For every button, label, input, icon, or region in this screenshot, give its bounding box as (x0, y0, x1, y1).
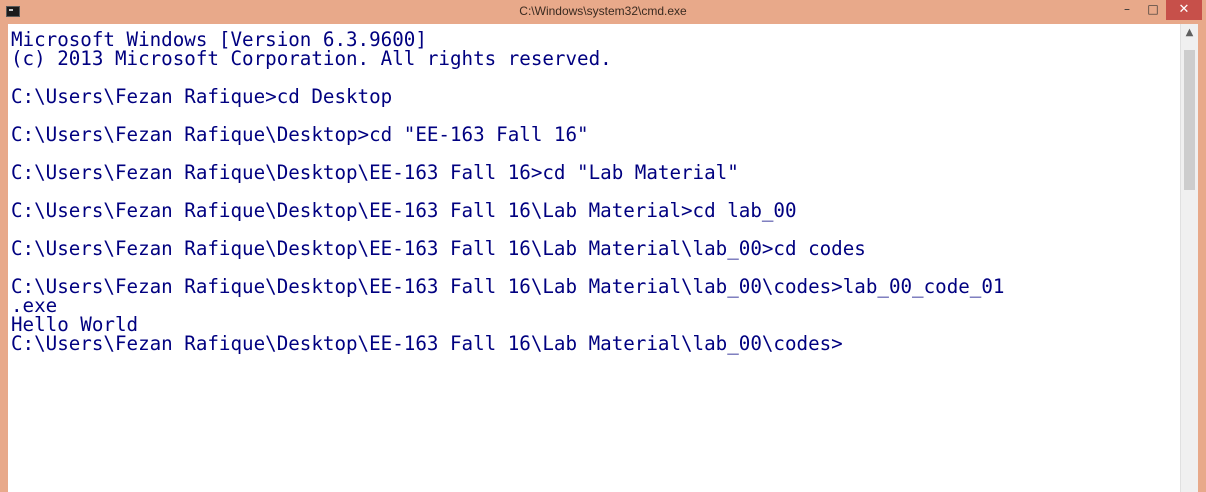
console-line: C:\Users\Fezan Rafique\Desktop\EE-163 Fa… (11, 275, 1005, 298)
cmd-window: C:\Windows\system32\cmd.exe – □ ✕ Micros… (0, 0, 1206, 492)
console-line: C:\Users\Fezan Rafique\Desktop\EE-163 Fa… (11, 161, 739, 184)
console-line: C:\Users\Fezan Rafique\Desktop\EE-163 Fa… (11, 237, 866, 260)
console-line: .exe (11, 294, 58, 317)
console-line: C:\Users\Fezan Rafique\Desktop>cd "EE-16… (11, 123, 589, 146)
console-output: Microsoft Windows [Version 6.3.9600] (c) … (8, 24, 1180, 353)
console-line: C:\Users\Fezan Rafique\Desktop\EE-163 Fa… (11, 199, 797, 222)
console-area[interactable]: Microsoft Windows [Version 6.3.9600] (c) … (8, 24, 1180, 492)
title-bar[interactable]: C:\Windows\system32\cmd.exe – □ ✕ (0, 0, 1206, 24)
console-prompt-line: C:\Users\Fezan Rafique\Desktop\EE-163 Fa… (11, 332, 843, 355)
window-border (1198, 24, 1206, 492)
window-title: C:\Windows\system32\cmd.exe (519, 4, 687, 18)
maximize-button[interactable]: □ (1140, 0, 1166, 20)
minimize-button[interactable]: – (1114, 0, 1140, 20)
scroll-thumb[interactable] (1184, 50, 1195, 190)
scroll-up-arrow-icon[interactable]: ▲ (1181, 24, 1198, 42)
close-button[interactable]: ✕ (1166, 0, 1202, 20)
console-line: (c) 2013 Microsoft Corporation. All righ… (11, 47, 612, 70)
console-line: C:\Users\Fezan Rafique>cd Desktop (11, 85, 393, 108)
vertical-scrollbar[interactable]: ▲ (1180, 24, 1198, 492)
